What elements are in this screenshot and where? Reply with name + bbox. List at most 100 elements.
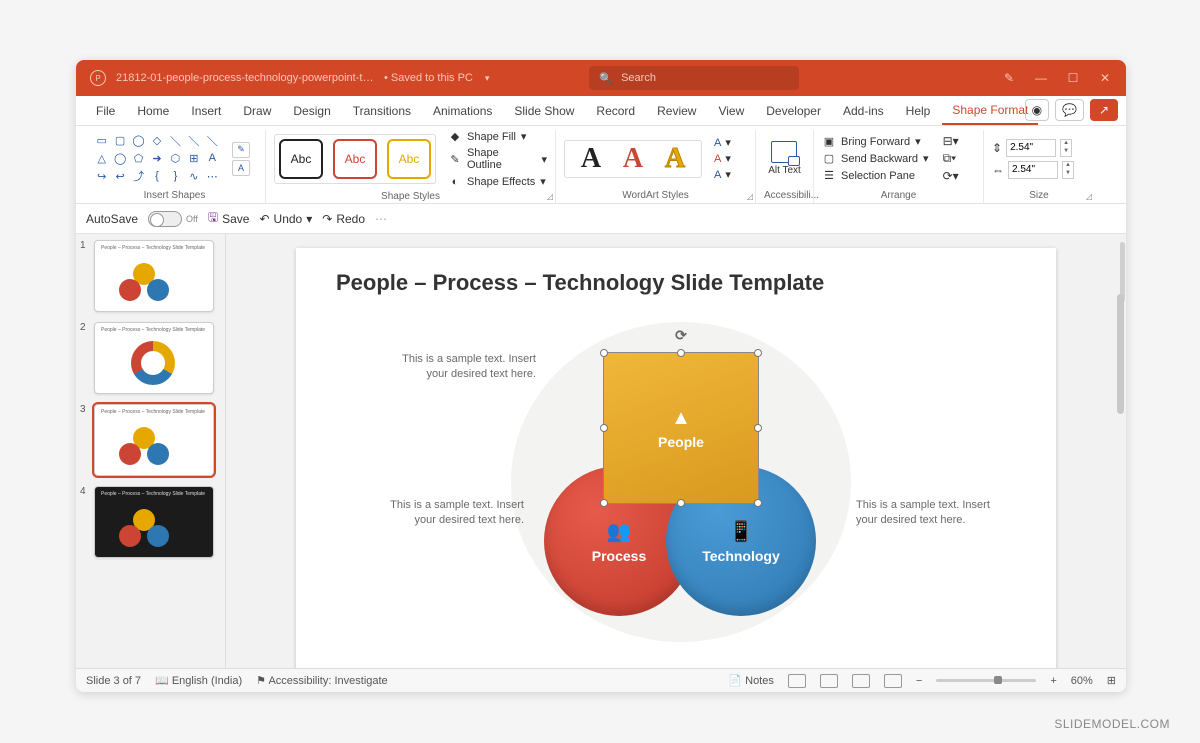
- shapes-gallery[interactable]: ▭▢◯◇＼＼＼ △◯⬠➜⬡⊞A ↪↩⤴{}∿⋯: [92, 132, 222, 186]
- slide-thumbnail-1[interactable]: People – Process – Technology Slide Temp…: [94, 240, 214, 312]
- slide-canvas-area[interactable]: People – Process – Technology Slide Temp…: [226, 234, 1126, 668]
- shape-height-input[interactable]: [1006, 139, 1056, 157]
- edit-shape-button[interactable]: ✎: [232, 142, 250, 158]
- maximize-button[interactable]: ☐: [1066, 71, 1080, 85]
- resize-handle[interactable]: [754, 499, 762, 507]
- group-button[interactable]: ⧉▾: [943, 151, 959, 166]
- tab-slideshow[interactable]: Slide Show: [504, 98, 584, 124]
- width-spinner[interactable]: ▲▼: [1062, 161, 1074, 179]
- tab-developer[interactable]: Developer: [756, 98, 831, 124]
- shape-effects-button[interactable]: ◐Shape Effects ▾: [448, 175, 547, 188]
- tab-review[interactable]: Review: [647, 98, 706, 124]
- slide-indicator[interactable]: Slide 3 of 7: [86, 675, 141, 687]
- height-spinner[interactable]: ▲▼: [1060, 139, 1072, 157]
- style-preset-3[interactable]: Abc: [387, 139, 431, 179]
- resize-handle[interactable]: [677, 499, 685, 507]
- resize-handle[interactable]: [754, 424, 762, 432]
- alt-text-button[interactable]: Alt Text: [768, 141, 801, 176]
- accessibility-status[interactable]: ⚑ Accessibility: Investigate: [256, 674, 388, 687]
- rotation-handle[interactable]: ⟳: [675, 327, 687, 344]
- tab-help[interactable]: Help: [896, 98, 941, 124]
- resize-handle[interactable]: [754, 349, 762, 357]
- selection-pane-button[interactable]: ☰Selection Pane: [822, 169, 929, 182]
- dialog-launcher-icon[interactable]: ◿: [747, 192, 753, 201]
- people-shape-selected[interactable]: ⟳ ▲ People: [603, 352, 759, 504]
- text-effects-button[interactable]: A▾: [714, 168, 731, 181]
- slide-thumbnail-2[interactable]: People – Process – Technology Slide Temp…: [94, 322, 214, 394]
- reading-view-button[interactable]: [852, 674, 870, 688]
- qat-overflow[interactable]: ⋯: [375, 212, 387, 226]
- ribbon: ▭▢◯◇＼＼＼ △◯⬠➜⬡⊞A ↪↩⤴{}∿⋯ ✎ A Insert Shape…: [76, 126, 1126, 204]
- zoom-in-button[interactable]: +: [1050, 675, 1056, 687]
- sample-text-2[interactable]: This is a sample text. Insert your desir…: [384, 498, 524, 529]
- text-fill-button[interactable]: A▾: [714, 136, 731, 149]
- redo-button[interactable]: ↷Redo: [322, 212, 365, 226]
- sample-text-3[interactable]: This is a sample text. Insert your desir…: [856, 498, 996, 529]
- undo-button[interactable]: ↶Undo ▾: [259, 212, 312, 226]
- tab-file[interactable]: File: [86, 98, 125, 124]
- resize-handle[interactable]: [600, 349, 608, 357]
- slide-thumbnail-3[interactable]: People – Process – Technology Slide Temp…: [94, 404, 214, 476]
- slide-thumbnail-4[interactable]: People – Process – Technology Slide Temp…: [94, 486, 214, 558]
- send-backward-icon: ▢: [822, 152, 836, 165]
- workspace: 1 People – Process – Technology Slide Te…: [76, 234, 1126, 668]
- minimize-button[interactable]: —: [1034, 71, 1048, 85]
- slide[interactable]: People – Process – Technology Slide Temp…: [296, 248, 1056, 668]
- notes-button[interactable]: 📄 Notes: [728, 674, 774, 687]
- tab-insert[interactable]: Insert: [181, 98, 231, 124]
- wordart-preset-1[interactable]: A: [573, 143, 609, 175]
- autosave-toggle[interactable]: [148, 211, 182, 227]
- resize-handle[interactable]: [677, 349, 685, 357]
- shape-styles-gallery[interactable]: Abc Abc Abc: [274, 134, 436, 184]
- zoom-out-button[interactable]: −: [916, 675, 922, 687]
- normal-view-button[interactable]: [788, 674, 806, 688]
- tab-design[interactable]: Design: [283, 98, 340, 124]
- send-backward-button[interactable]: ▢Send Backward ▾: [822, 152, 929, 165]
- rotate-button[interactable]: ⟳▾: [943, 169, 959, 183]
- wordart-preset-2[interactable]: A: [615, 143, 651, 175]
- vertical-scrollbar[interactable]: [1117, 294, 1124, 414]
- sample-text-1[interactable]: This is a sample text. Insert your desir…: [396, 352, 536, 383]
- fit-to-window-button[interactable]: ⊞: [1107, 674, 1116, 687]
- align-button[interactable]: ⊟▾: [943, 134, 959, 148]
- slideshow-view-button[interactable]: [884, 674, 902, 688]
- tab-transitions[interactable]: Transitions: [343, 98, 421, 124]
- style-preset-1[interactable]: Abc: [279, 139, 323, 179]
- document-title[interactable]: 21812-01-people-process-technology-power…: [116, 72, 376, 84]
- wordart-preset-3[interactable]: A: [657, 143, 693, 175]
- text-outline-button[interactable]: A▾: [714, 152, 731, 165]
- tab-animations[interactable]: Animations: [423, 98, 502, 124]
- dialog-launcher-icon[interactable]: ◿: [547, 192, 553, 201]
- dialog-launcher-icon[interactable]: ◿: [1086, 192, 1092, 201]
- tab-draw[interactable]: Draw: [233, 98, 281, 124]
- search-icon: 🔍: [599, 72, 613, 85]
- share-button[interactable]: ↗: [1090, 99, 1118, 121]
- sorter-view-button[interactable]: [820, 674, 838, 688]
- zoom-level[interactable]: 60%: [1071, 675, 1093, 687]
- tab-home[interactable]: Home: [127, 98, 179, 124]
- slide-title[interactable]: People – Process – Technology Slide Temp…: [336, 270, 824, 296]
- outline-icon: ✎: [448, 153, 462, 166]
- bring-forward-button[interactable]: ▣Bring Forward ▾: [822, 135, 929, 148]
- text-box-button[interactable]: A: [232, 160, 250, 176]
- resize-handle[interactable]: [600, 424, 608, 432]
- tab-addins[interactable]: Add-ins: [833, 98, 894, 124]
- resize-handle[interactable]: [600, 499, 608, 507]
- chevron-down-icon[interactable]: ▾: [485, 73, 490, 84]
- wordart-gallery[interactable]: A A A: [564, 140, 702, 178]
- zoom-slider[interactable]: [936, 679, 1036, 682]
- shape-width-input[interactable]: [1008, 161, 1058, 179]
- shape-outline-button[interactable]: ✎Shape Outline ▾: [448, 147, 547, 171]
- camera-button[interactable]: ◉: [1025, 99, 1049, 121]
- save-button[interactable]: 🖫Save: [208, 208, 250, 229]
- shape-fill-button[interactable]: ◆Shape Fill ▾: [448, 130, 547, 143]
- tab-view[interactable]: View: [708, 98, 754, 124]
- comments-button[interactable]: 💬: [1055, 99, 1084, 121]
- search-box[interactable]: 🔍 Search: [589, 66, 799, 90]
- tab-record[interactable]: Record: [586, 98, 645, 124]
- language-indicator[interactable]: 📖 English (India): [155, 674, 242, 687]
- slide-thumbnail-panel[interactable]: 1 People – Process – Technology Slide Te…: [76, 234, 226, 668]
- close-button[interactable]: ✕: [1098, 71, 1112, 85]
- mic-icon[interactable]: ✎: [1002, 71, 1016, 85]
- style-preset-2[interactable]: Abc: [333, 139, 377, 179]
